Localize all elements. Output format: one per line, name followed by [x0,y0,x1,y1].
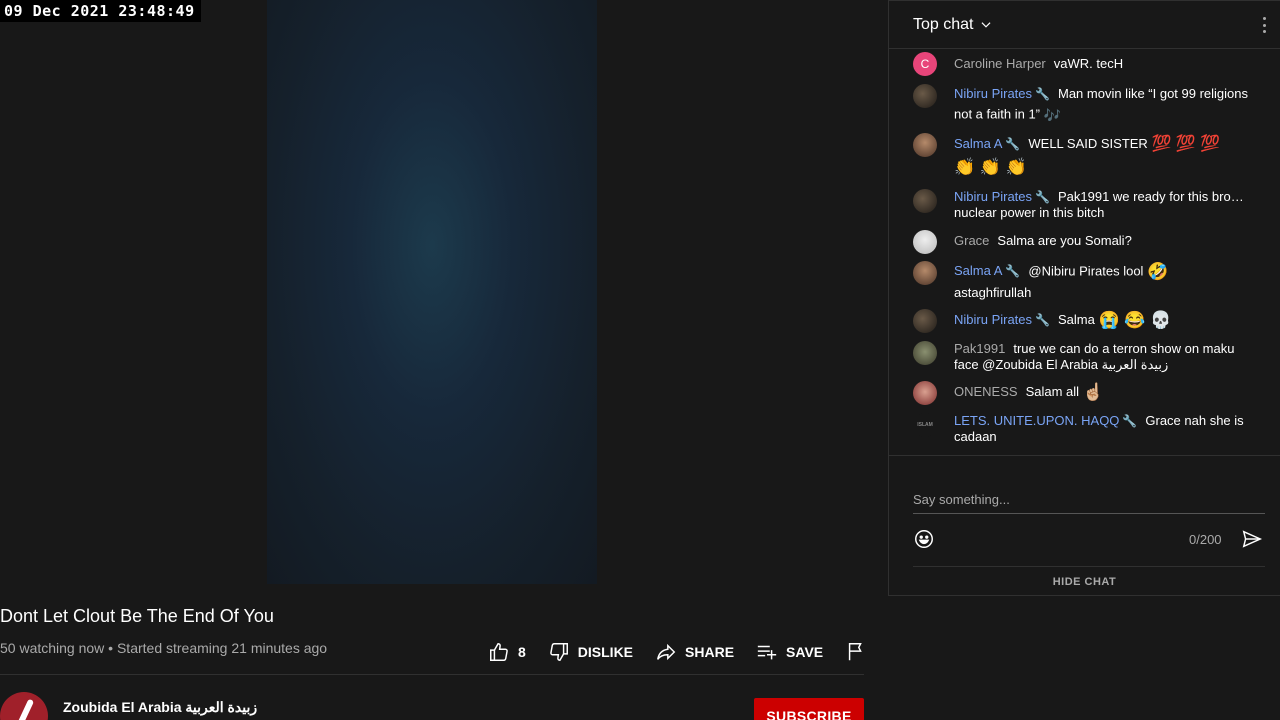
hundred-emoji: 💯 💯 💯 [1151,135,1221,153]
channel-name[interactable]: Zoubida El Arabia زبيدة العربية [63,699,257,716]
music-emoji: 🎶 [1043,107,1062,123]
video-meta: 50 watching now • Started streaming 21 m… [0,640,328,656]
save-button[interactable]: SAVE [756,641,823,663]
chat-text: Salma are you Somali? [997,233,1132,248]
chat-text: vaWR. tecH [1053,56,1124,71]
moderator-wrench-icon: 🔧 [1035,313,1050,327]
chat-author[interactable]: Salma A 🔧 [954,263,1020,278]
chat-author[interactable]: Grace [954,233,989,248]
avatar[interactable] [913,341,937,365]
moderator-wrench-icon: 🔧 [1005,137,1021,151]
share-label: SHARE [685,644,735,660]
playlist-add-icon [757,645,777,660]
chat-message: Pak1991 true we can do a terron show on m… [913,341,1258,373]
pointing-up-emoji: ☝🏼 [1082,382,1104,402]
chat-text-continued: astaghfirullah [954,285,1032,300]
like-count: 8 [518,644,526,660]
send-icon[interactable] [1241,528,1263,550]
share-icon [657,643,676,661]
chat-message: Grace Salma are you Somali? [913,230,1258,254]
avatar[interactable]: C [913,52,937,76]
chat-text: WELL SAID SISTER [1028,136,1148,151]
chat-message: Salma A 🔧 WELL SAID SISTER 💯 💯 💯 👏 👏 👏 [913,133,1258,178]
chat-author[interactable]: Pak1991 [954,341,1005,356]
chat-message: Salma A 🔧 @Nibiru Pirates lool 🤣 astaghfir… [913,261,1258,303]
chat-author[interactable]: Nibiru Pirates 🔧 [954,312,1050,327]
chat-message: Nibiru Pirates 🔧 Man movin like “I got 99 … [913,84,1258,126]
char-counter: 0/200 [1189,532,1222,547]
video-player[interactable] [0,0,888,600]
subscribe-button[interactable]: SUBSCRIBE [754,698,864,720]
chat-message: ISLAM LETS. UNITE.UPON. HAQQ 🔧 Grace nah s… [913,413,1258,445]
chat-message-list[interactable]: C Caroline Harper vaWR. tecH Nibiru Pirat… [889,50,1280,454]
chat-input-area: Say something... 0/200 HIDE CHAT [889,455,1280,596]
channel-avatar[interactable] [0,692,48,720]
chat-author[interactable]: LETS. UNITE.UPON. HAQQ 🔧 [954,413,1137,428]
clap-emoji: 👏 👏 👏 [954,157,1027,177]
chat-message: C Caroline Harper vaWR. tecH [913,52,1258,76]
chat-author[interactable]: ONENESS [954,384,1018,399]
avatar[interactable]: ISLAM [913,413,937,437]
timestamp-overlay: 09 Dec 2021 23:48:49 [0,0,201,22]
dislike-label: DISLIKE [577,644,634,660]
chat-input[interactable]: Say something... [913,492,1265,514]
divider [0,674,864,675]
reaction-emoji: 😭 😂 💀 [1098,310,1172,330]
moderator-wrench-icon: 🔧 [1035,87,1050,101]
chat-text: Salma [1057,312,1095,327]
avatar[interactable] [913,381,937,405]
share-button[interactable]: SHARE [655,641,734,663]
chat-author[interactable]: Salma A 🔧 [954,136,1020,151]
moderator-wrench-icon: 🔧 [1035,190,1050,204]
chat-author[interactable]: Nibiru Pirates 🔧 [954,86,1050,101]
avatar[interactable] [913,84,937,108]
video-actions: 8 DISLIKE SHARE SAVE [488,640,867,664]
avatar[interactable] [913,309,937,333]
flag-icon [848,643,862,661]
like-button[interactable]: 8 [488,641,526,663]
chat-mode-dropdown[interactable]: Top chat [913,16,993,34]
chat-author[interactable]: Nibiru Pirates 🔧 [954,189,1050,204]
chat-header: Top chat [889,0,1280,49]
emoji-picker-icon[interactable] [913,528,935,550]
chat-text: @Nibiru Pirates lool [1028,263,1144,279]
chevron-down-icon [981,22,991,28]
more-options-icon[interactable] [1262,17,1266,33]
dislike-button[interactable]: DISLIKE [548,641,633,663]
live-chat: Top chat C Caroline Harper vaWR. tecH Nib… [888,0,1280,596]
thumbs-up-icon [490,643,508,661]
chat-text: Salam all [1025,384,1080,399]
rofl-emoji: 🤣 [1147,262,1169,281]
chat-mode-label: Top chat [913,16,974,33]
chat-author[interactable]: Caroline Harper [954,56,1046,71]
save-label: SAVE [786,644,824,660]
video-frame[interactable] [267,0,597,584]
chat-message: Nibiru Pirates 🔧 Pak1991 we ready for this… [913,189,1258,221]
chat-message: ONENESS Salam all ☝🏼 [913,381,1258,405]
moderator-wrench-icon: 🔧 [1005,264,1021,279]
divider [913,566,1265,567]
video-title: Dont Let Clout Be The End Of You [0,606,274,626]
hide-chat-button[interactable]: HIDE CHAT [889,576,1280,588]
quill-icon [11,698,35,720]
chat-message: Nibiru Pirates 🔧 Salma 😭 😂 💀 [913,309,1258,333]
report-button[interactable] [845,641,867,663]
avatar[interactable] [913,133,937,157]
avatar[interactable] [913,230,937,254]
moderator-wrench-icon: 🔧 [1122,414,1138,428]
avatar[interactable] [913,189,937,213]
avatar[interactable] [913,261,937,285]
thumbs-down-icon [549,643,568,661]
